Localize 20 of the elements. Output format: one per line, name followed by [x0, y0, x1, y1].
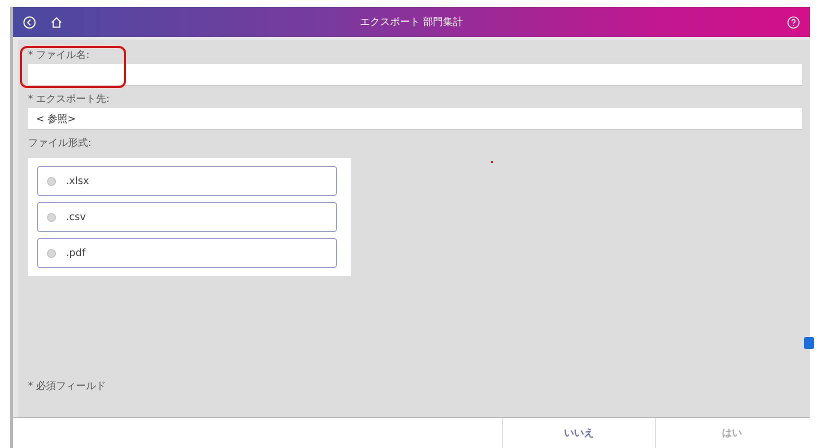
option-label: .csv	[66, 212, 86, 222]
input-field[interactable]	[28, 64, 802, 86]
back-icon[interactable]	[23, 16, 36, 28]
radio-option[interactable]: .csv	[37, 202, 337, 232]
home-icon[interactable]	[50, 16, 63, 28]
radio-icon[interactable]	[47, 176, 56, 186]
radio-icon[interactable]	[47, 212, 56, 222]
field-label: * エクスポート先:	[28, 94, 111, 106]
input-field[interactable]: < 参照>	[28, 108, 802, 130]
radio-option[interactable]: .pdf	[37, 238, 337, 268]
required-note: * 必須フィールド	[28, 380, 108, 393]
option-label: .pdf	[66, 248, 86, 258]
side-tab-icon[interactable]	[804, 337, 814, 349]
radio-icon[interactable]	[47, 248, 56, 258]
field-label: * ファイル名:	[28, 50, 91, 62]
option-label: .xlsx	[66, 176, 90, 186]
help-icon[interactable]	[787, 16, 800, 28]
format-label: ファイル形式:	[28, 138, 92, 150]
window-title: エクスポート 部門集計	[358, 16, 464, 29]
radio-option[interactable]: .xlsx	[37, 166, 337, 196]
